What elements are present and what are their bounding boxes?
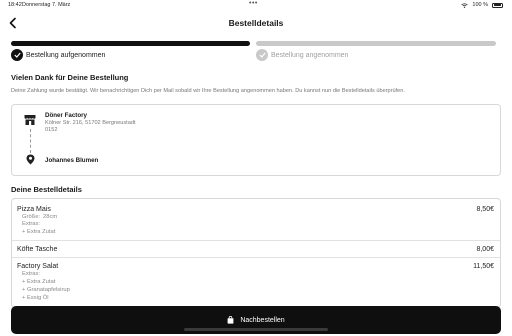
item-extra: + Extra Zutat bbox=[22, 229, 56, 235]
battery-icon bbox=[492, 2, 503, 8]
divider bbox=[12, 257, 500, 258]
step-label: Bestellung aufgenommen bbox=[26, 51, 106, 59]
step-order-placed: Bestellung aufgenommen bbox=[11, 49, 105, 61]
item-extra: + Granatapfelsirup bbox=[22, 287, 70, 293]
status-time: 18:42 bbox=[8, 2, 22, 8]
route-line bbox=[30, 129, 31, 153]
header: Bestelldetails bbox=[0, 13, 512, 33]
status-indicators: 100 % bbox=[461, 2, 503, 8]
item-size-value: 28cm bbox=[43, 214, 58, 220]
status-date: Donnerstag 7. März bbox=[22, 2, 71, 8]
item-price: 11,50€ bbox=[473, 263, 494, 270]
item-name: Pizza Mais bbox=[17, 206, 51, 213]
battery-percent: 100 % bbox=[472, 2, 488, 8]
location-pin-icon bbox=[26, 154, 35, 165]
item-extras-label: Extras: bbox=[22, 271, 41, 277]
thanks-text: Deine Zahlung wurde bestätigt. Wir benac… bbox=[11, 88, 405, 94]
step-label: Bestellung angenommen bbox=[271, 51, 349, 59]
check-circle-icon bbox=[256, 49, 268, 61]
thanks-title: Vielen Dank für Deine Bestellung bbox=[11, 73, 129, 82]
item-price: 8,50€ bbox=[476, 206, 494, 213]
reorder-button-label: Nachbestellen bbox=[240, 316, 285, 324]
step-order-accepted: Bestellung angenommen bbox=[256, 49, 348, 61]
home-indicator[interactable] bbox=[184, 328, 328, 331]
item-extra: + Essig Öl bbox=[22, 295, 49, 301]
shop-name: Döner Factory bbox=[45, 112, 87, 119]
status-bar: 18:42 Donnerstag 7. März ••• 100 % bbox=[0, 0, 512, 11]
item-extra: + Extra Zutat bbox=[22, 279, 56, 285]
item-size-label: Größe: bbox=[22, 214, 41, 220]
address-card: Döner Factory Kölner Str. 216, 51702 Ber… bbox=[11, 104, 501, 176]
multitasking-dots[interactable]: ••• bbox=[249, 0, 258, 7]
progress-bar-step-1 bbox=[11, 41, 250, 46]
item-price: 8,00€ bbox=[476, 246, 494, 253]
shop-address-extra: 0152 bbox=[45, 127, 58, 133]
page-title: Bestelldetails bbox=[228, 18, 284, 28]
order-details-title: Deine Bestelldetails bbox=[11, 185, 82, 194]
recipient-name: Johannes Blumen bbox=[45, 157, 99, 164]
item-extras-label: Extras: bbox=[22, 221, 41, 227]
order-details-card: Pizza Mais 8,50€ Größe: 28cm Extras: + E… bbox=[11, 198, 501, 308]
item-name: Factory Salat bbox=[17, 263, 59, 270]
storefront-icon bbox=[24, 115, 36, 125]
divider bbox=[12, 240, 500, 241]
item-name: Köfte Tasche bbox=[17, 246, 58, 253]
check-circle-icon bbox=[11, 49, 23, 61]
wifi-icon bbox=[461, 2, 469, 8]
progress-bar-step-2 bbox=[256, 41, 496, 46]
shop-address: Kölner Str. 216, 51702 Bergneustadt bbox=[45, 120, 136, 126]
shopping-bag-icon bbox=[227, 316, 234, 324]
